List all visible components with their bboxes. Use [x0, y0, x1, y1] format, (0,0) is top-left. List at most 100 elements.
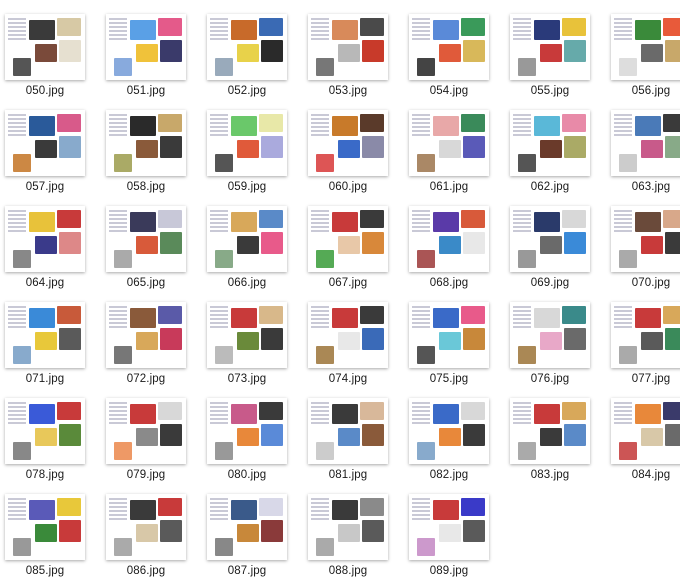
file-item[interactable]: 056.jpg [603, 10, 680, 102]
file-item[interactable]: 084.jpg [603, 394, 680, 486]
file-name: 084.jpg [631, 469, 671, 481]
file-thumbnail [5, 302, 85, 368]
file-item[interactable]: 053.jpg [300, 10, 398, 102]
file-thumbnail [106, 302, 186, 368]
file-name: 087.jpg [227, 565, 267, 577]
file-item[interactable]: 062.jpg [502, 106, 600, 198]
file-thumbnail [611, 206, 680, 272]
file-item[interactable]: 070.jpg [603, 202, 680, 294]
file-thumbnail [207, 398, 287, 464]
file-name: 067.jpg [328, 277, 368, 289]
file-thumbnail [308, 398, 388, 464]
file-item[interactable]: 071.jpg [0, 298, 95, 390]
file-item[interactable]: 060.jpg [300, 106, 398, 198]
file-item[interactable]: 055.jpg [502, 10, 600, 102]
file-thumbnail [5, 206, 85, 272]
file-thumbnail [106, 14, 186, 80]
file-item[interactable]: 065.jpg [98, 202, 196, 294]
file-thumbnail [106, 494, 186, 560]
file-item[interactable]: 078.jpg [0, 394, 95, 486]
file-name: 076.jpg [530, 373, 570, 385]
file-thumbnail [510, 398, 590, 464]
file-item[interactable]: 079.jpg [98, 394, 196, 486]
file-item[interactable]: 063.jpg [603, 106, 680, 198]
file-thumbnail [5, 398, 85, 464]
file-item[interactable]: 081.jpg [300, 394, 398, 486]
file-thumbnail [510, 14, 590, 80]
file-name: 061.jpg [429, 181, 469, 193]
file-name: 050.jpg [25, 85, 65, 97]
file-thumbnail [308, 302, 388, 368]
file-thumbnail [409, 110, 489, 176]
file-item[interactable]: 058.jpg [98, 106, 196, 198]
file-thumbnail-grid: 050.jpg 051.jpg 052.jpg 053.jpg 054.jpg 055.j… [0, 0, 680, 577]
file-item[interactable]: 057.jpg [0, 106, 95, 198]
file-name: 081.jpg [328, 469, 368, 481]
file-thumbnail [207, 14, 287, 80]
file-item[interactable]: 072.jpg [98, 298, 196, 390]
file-name: 052.jpg [227, 85, 267, 97]
file-thumbnail [308, 110, 388, 176]
file-thumbnail [409, 302, 489, 368]
file-name: 088.jpg [328, 565, 368, 577]
file-item[interactable]: 085.jpg [0, 490, 95, 582]
file-item[interactable]: 054.jpg [401, 10, 499, 102]
file-name: 063.jpg [631, 181, 671, 193]
file-name: 071.jpg [25, 373, 65, 385]
file-name: 079.jpg [126, 469, 166, 481]
file-item[interactable]: 087.jpg [199, 490, 297, 582]
file-item[interactable]: 089.jpg [401, 490, 499, 582]
file-item[interactable]: 068.jpg [401, 202, 499, 294]
file-item[interactable]: 075.jpg [401, 298, 499, 390]
file-name: 069.jpg [530, 277, 570, 289]
file-name: 073.jpg [227, 373, 267, 385]
file-thumbnail [409, 494, 489, 560]
file-thumbnail [611, 14, 680, 80]
file-thumbnail [611, 302, 680, 368]
file-item[interactable]: 067.jpg [300, 202, 398, 294]
file-thumbnail [5, 494, 85, 560]
file-item[interactable]: 077.jpg [603, 298, 680, 390]
file-item[interactable]: 050.jpg [0, 10, 95, 102]
file-thumbnail [207, 494, 287, 560]
file-thumbnail [308, 206, 388, 272]
file-item[interactable]: 082.jpg [401, 394, 499, 486]
file-name: 064.jpg [25, 277, 65, 289]
file-item[interactable]: 073.jpg [199, 298, 297, 390]
file-item[interactable]: 074.jpg [300, 298, 398, 390]
file-thumbnail [207, 206, 287, 272]
file-item[interactable]: 080.jpg [199, 394, 297, 486]
file-name: 080.jpg [227, 469, 267, 481]
file-item[interactable]: 083.jpg [502, 394, 600, 486]
file-thumbnail [611, 110, 680, 176]
file-thumbnail [5, 14, 85, 80]
file-name: 074.jpg [328, 373, 368, 385]
file-name: 060.jpg [328, 181, 368, 193]
file-name: 062.jpg [530, 181, 570, 193]
file-name: 051.jpg [126, 85, 166, 97]
file-item[interactable]: 066.jpg [199, 202, 297, 294]
file-name: 055.jpg [530, 85, 570, 97]
file-thumbnail [106, 206, 186, 272]
file-thumbnail [106, 398, 186, 464]
file-item[interactable]: 051.jpg [98, 10, 196, 102]
file-thumbnail [510, 110, 590, 176]
file-name: 072.jpg [126, 373, 166, 385]
file-name: 086.jpg [126, 565, 166, 577]
file-item[interactable]: 064.jpg [0, 202, 95, 294]
file-name: 065.jpg [126, 277, 166, 289]
file-item[interactable]: 076.jpg [502, 298, 600, 390]
file-thumbnail [308, 494, 388, 560]
file-item[interactable]: 061.jpg [401, 106, 499, 198]
file-item[interactable]: 088.jpg [300, 490, 398, 582]
file-name: 056.jpg [631, 85, 671, 97]
file-item[interactable]: 059.jpg [199, 106, 297, 198]
file-name: 077.jpg [631, 373, 671, 385]
file-name: 068.jpg [429, 277, 469, 289]
file-thumbnail [409, 206, 489, 272]
file-item[interactable]: 052.jpg [199, 10, 297, 102]
file-thumbnail [510, 206, 590, 272]
file-name: 058.jpg [126, 181, 166, 193]
file-item[interactable]: 086.jpg [98, 490, 196, 582]
file-item[interactable]: 069.jpg [502, 202, 600, 294]
